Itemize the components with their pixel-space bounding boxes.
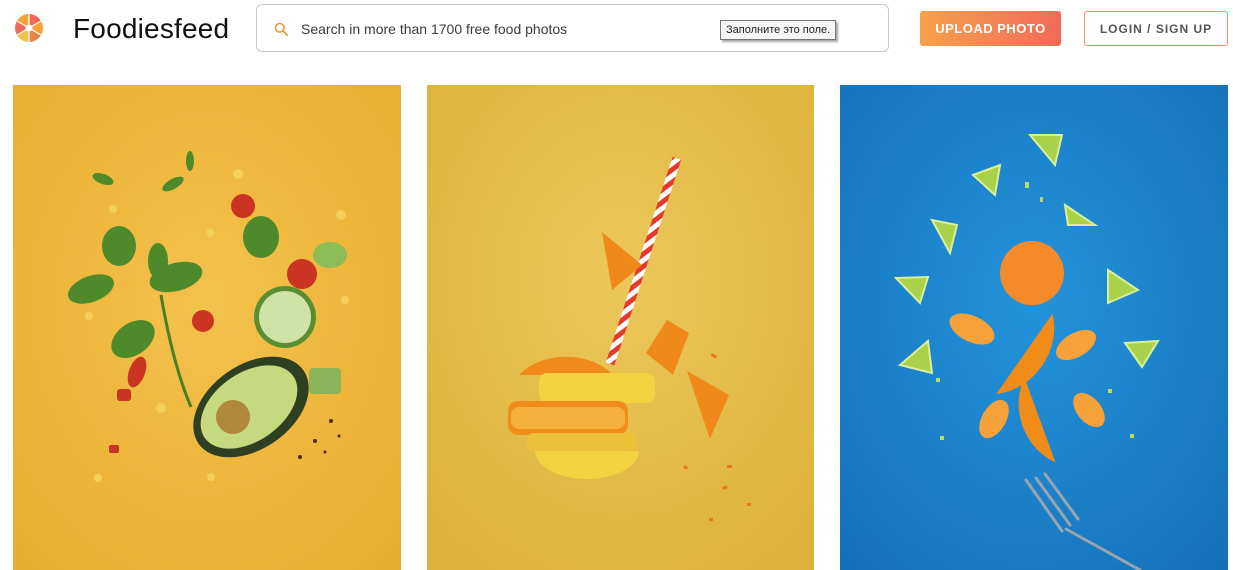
flying-mandarin-and-lime-photo bbox=[840, 85, 1228, 570]
photo-card-salad[interactable] bbox=[13, 85, 401, 570]
login-signup-button[interactable]: LOGIN / SIGN UP bbox=[1084, 11, 1228, 46]
flying-salad-ingredients-photo bbox=[13, 85, 401, 570]
search-input[interactable] bbox=[301, 17, 721, 41]
flying-orange-slices-with-straw-photo bbox=[427, 85, 814, 570]
validation-tooltip: Заполните это поле. bbox=[720, 20, 837, 40]
brand-name[interactable]: Foodiesfeed bbox=[73, 12, 229, 46]
site-header: Foodiesfeed Заполните это поле. UPLOAD P… bbox=[0, 0, 1233, 62]
photo-card-orange[interactable] bbox=[427, 85, 814, 570]
citrus-logo-icon[interactable] bbox=[14, 13, 44, 43]
search-icon bbox=[274, 22, 288, 36]
photo-card-mandarin[interactable] bbox=[840, 85, 1228, 570]
upload-photo-button[interactable]: UPLOAD PHOTO bbox=[920, 11, 1061, 46]
